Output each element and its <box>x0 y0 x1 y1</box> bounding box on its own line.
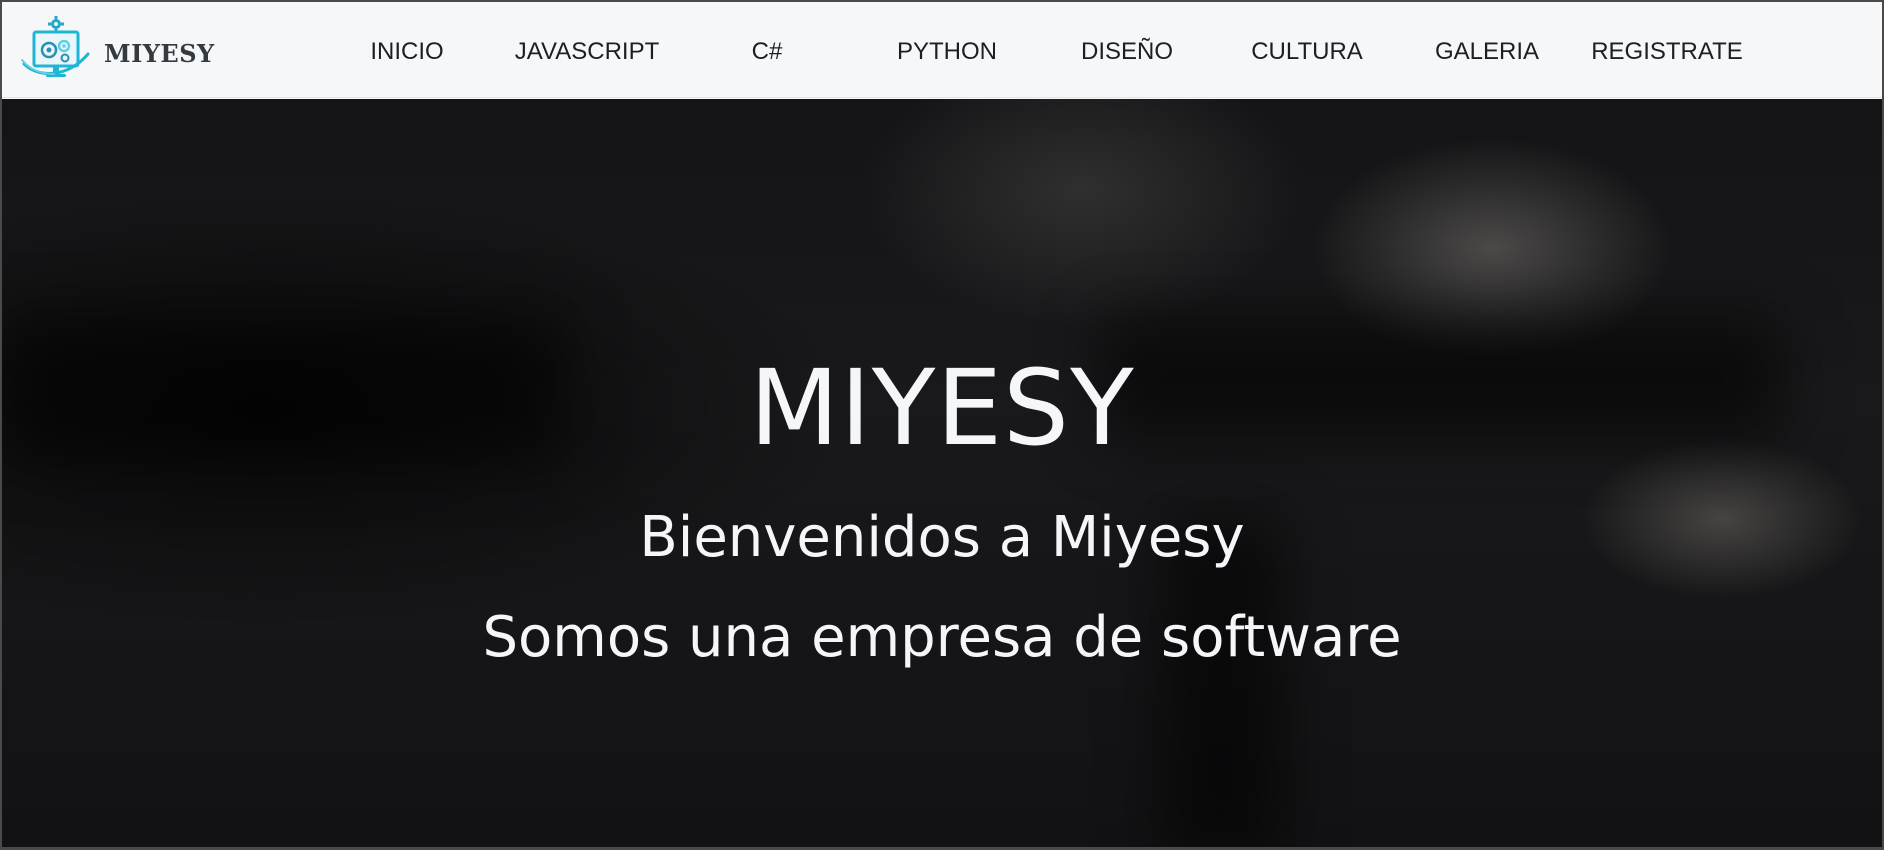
nav-item-diseno[interactable]: DISEÑO <box>1037 38 1217 66</box>
nav-item-cultura[interactable]: CULTURA <box>1217 38 1397 66</box>
nav-item-inicio[interactable]: INICIO <box>317 38 497 66</box>
main-nav: INICIO JAVASCRIPT C# PYTHON DISEÑO CULTU… <box>2 2 1882 98</box>
nav-item-galeria[interactable]: GALERIA <box>1397 38 1577 66</box>
hero-section: MIYESY Bienvenidos a Miyesy Somos una em… <box>2 99 1882 847</box>
nav-item-javascript[interactable]: JAVASCRIPT <box>497 38 677 66</box>
navbar: MIYESY INICIO JAVASCRIPT C# PYTHON DISEÑ… <box>2 2 1882 98</box>
nav-item-registrate[interactable]: REGISTRATE <box>1577 38 1757 66</box>
nav-item-csharp[interactable]: C# <box>677 38 857 66</box>
hero-title: MIYESY <box>749 347 1135 469</box>
hero-subtitle: Bienvenidos a Miyesy <box>639 505 1245 570</box>
nav-item-python[interactable]: PYTHON <box>857 38 1037 66</box>
hero-content: MIYESY Bienvenidos a Miyesy Somos una em… <box>2 99 1882 847</box>
hero-tagline: Somos una empresa de software <box>482 605 1402 670</box>
browser-window: MIYESY INICIO JAVASCRIPT C# PYTHON DISEÑ… <box>0 0 1884 850</box>
